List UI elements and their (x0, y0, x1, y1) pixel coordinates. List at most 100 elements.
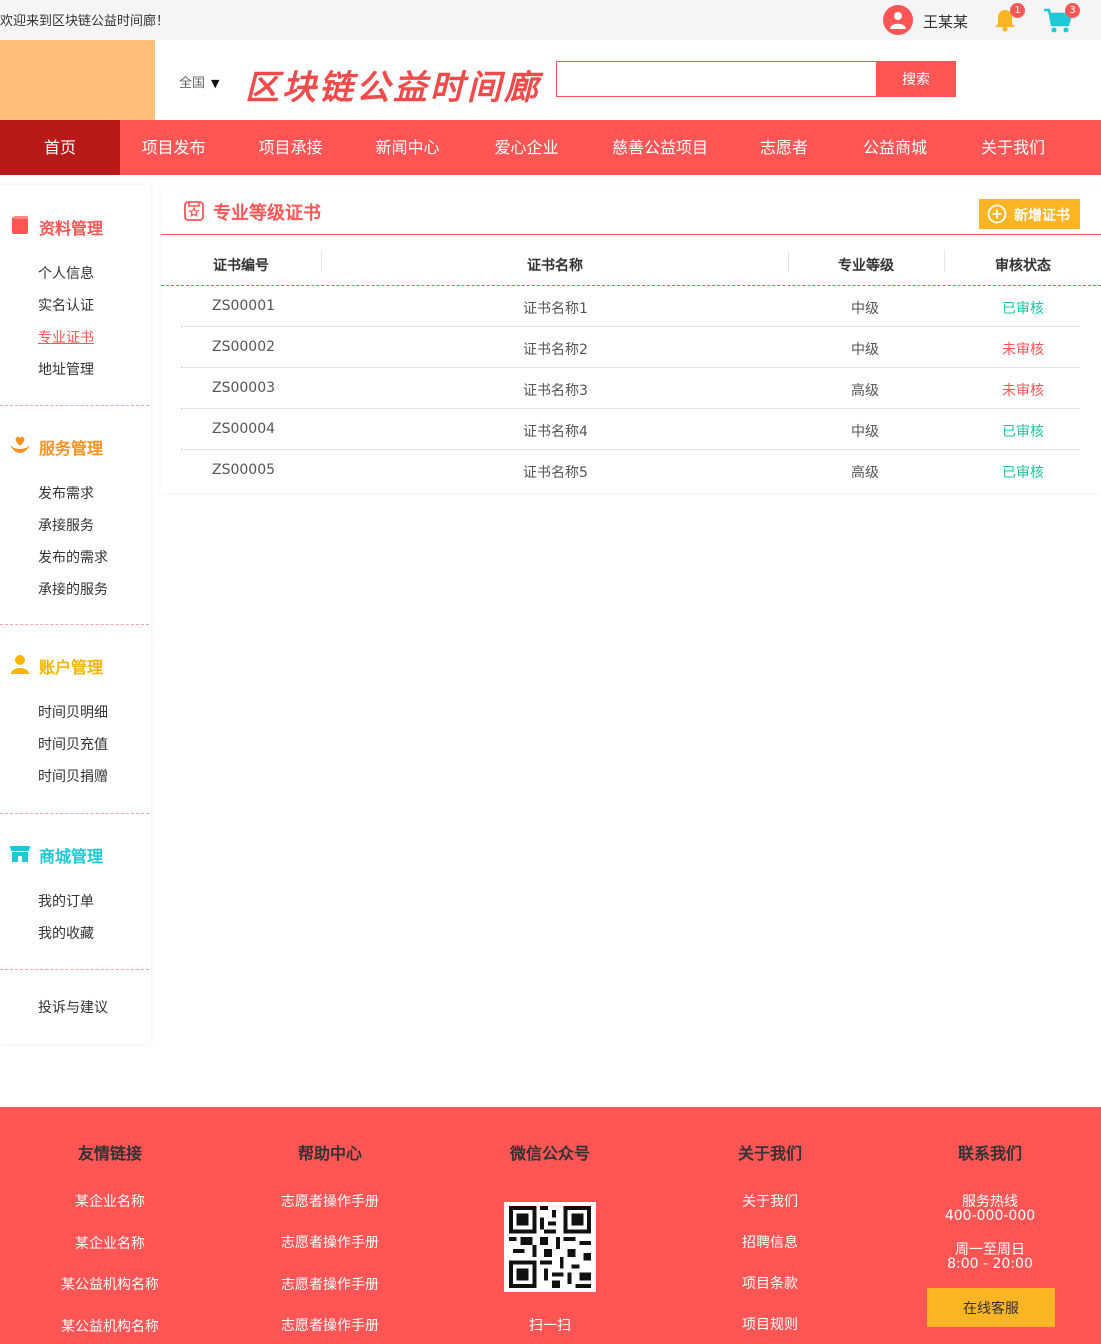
sidebar-group-title: 服务管理 (39, 439, 104, 458)
nav-item-charity-companies[interactable]: 爱心企业 (473, 120, 580, 175)
footer-friend-link[interactable]: 某企业名称 (60, 1233, 160, 1253)
book-icon (12, 216, 28, 234)
nav-item-home[interactable]: 首页 (0, 120, 120, 175)
footer-service-hours: 8:00 - 20:00 (947, 1256, 1033, 1272)
footer-help-link[interactable]: 志愿者操作手册 (270, 1315, 390, 1335)
search-button[interactable]: 搜索 (876, 61, 956, 97)
sidebar-item-timecoin-recharge[interactable]: 时间贝充值 (38, 734, 108, 754)
sidebar-group-profile: 资料管理 (0, 210, 151, 240)
cell-status: 已审核 (1002, 301, 1044, 317)
cell-name: 证书名称3 (523, 383, 588, 399)
footer-about-link[interactable]: 招聘信息 (710, 1232, 830, 1252)
main-nav: 首页 项目发布 项目承接 新闻中心 爱心企业 慈善公益项目 志愿者 公益商城 关… (0, 120, 1101, 175)
footer-about-link[interactable]: 项目条款 (710, 1273, 830, 1293)
table-row[interactable]: ZS00004 证书名称4 中级 已审核 (181, 409, 1079, 450)
sidebar-item-real-name[interactable]: 实名认证 (38, 295, 94, 315)
footer-friend-link[interactable]: 某企业名称 (60, 1191, 160, 1211)
logo-placeholder[interactable] (0, 40, 155, 120)
footer-friend-link[interactable]: 某公益机构名称 (60, 1274, 160, 1294)
notification-count-badge: 1 (1010, 3, 1025, 18)
table-row[interactable]: ZS00001 证书名称1 中级 已审核 (181, 286, 1079, 327)
sidebar-item-address[interactable]: 地址管理 (38, 359, 94, 379)
header-divider (161, 234, 1101, 235)
footer-hotline-number: 400-000-000 (944, 1208, 1036, 1224)
notification-bell[interactable]: 1 (992, 3, 1025, 35)
certificate-panel: 专业等级证书 新增证书 证书编号 证书名称 专业等级 审核状态 ZS00001 … (161, 185, 1101, 493)
footer-about-link[interactable]: 项目规则 (710, 1314, 830, 1334)
footer-help-link[interactable]: 志愿者操作手册 (270, 1191, 390, 1211)
sidebar-item-personal-info[interactable]: 个人信息 (38, 263, 94, 283)
cell-id: ZS00003 (212, 380, 276, 396)
sidebar-group-account: 账户管理 (0, 649, 151, 679)
footer-friends-title: 友情链接 (77, 1144, 142, 1163)
sidebar-item-accept-service[interactable]: 承接服务 (38, 515, 94, 535)
cell-id: ZS00005 (212, 462, 276, 478)
certificate-icon (184, 201, 204, 221)
sidebar-item-post-demand[interactable]: 发布需求 (38, 483, 94, 503)
region-label: 全国 (179, 76, 206, 91)
footer-about-title: 关于我们 (737, 1144, 802, 1163)
cell-level: 中级 (851, 342, 879, 358)
page-title: 专业等级证书 (213, 203, 321, 224)
top-bar: 欢迎来到区块链公益时间廊！ 王某某 1 3 (0, 0, 1101, 40)
region-selector[interactable]: 全国 ▼ (179, 72, 219, 91)
sidebar-item-my-services[interactable]: 承接的服务 (38, 579, 108, 599)
footer-about-link[interactable]: 关于我们 (710, 1191, 830, 1211)
footer-help-link[interactable]: 志愿者操作手册 (270, 1274, 390, 1294)
nav-item-news[interactable]: 新闻中心 (354, 120, 461, 175)
sidebar-item-certificates[interactable]: 专业证书 (38, 327, 94, 347)
sidebar: 资料管理 个人信息 实名认证 专业证书 地址管理 服务管理 发布需求 承接服务 … (0, 185, 151, 1044)
plus-circle-icon (987, 204, 1007, 224)
sidebar-item-timecoin-donate[interactable]: 时间贝捐赠 (38, 766, 108, 786)
nav-item-project-publish[interactable]: 项目发布 (120, 120, 227, 175)
caret-down-icon: ▼ (211, 77, 220, 90)
sidebar-item-my-favorites[interactable]: 我的收藏 (38, 923, 94, 943)
sidebar-item-my-orders[interactable]: 我的订单 (38, 891, 94, 911)
column-separator (944, 250, 945, 272)
sidebar-group-mall: 商城管理 (0, 838, 151, 868)
cell-status: 未审核 (1002, 342, 1044, 358)
nav-item-about[interactable]: 关于我们 (963, 120, 1063, 175)
cell-name: 证书名称5 (523, 465, 588, 481)
footer-help-title: 帮助中心 (297, 1144, 362, 1163)
sidebar-item-timecoin-detail[interactable]: 时间贝明细 (38, 702, 108, 722)
wechat-qr-code (504, 1202, 596, 1292)
footer-wechat-title: 微信公众号 (509, 1144, 590, 1163)
nav-item-project-undertake[interactable]: 项目承接 (237, 120, 344, 175)
cell-level: 高级 (851, 383, 879, 399)
column-header-status: 审核状态 (995, 258, 1051, 274)
cell-id: ZS00001 (212, 298, 276, 314)
online-service-button[interactable]: 在线客服 (927, 1288, 1055, 1327)
sidebar-divider (0, 813, 149, 814)
sidebar-group-title: 账户管理 (39, 658, 104, 677)
nav-item-charity-projects[interactable]: 慈善公益项目 (600, 120, 720, 175)
cell-id: ZS00002 (212, 339, 276, 355)
sidebar-divider (0, 405, 149, 406)
site-brand-title[interactable]: 区块链公益时间廊 (245, 60, 541, 109)
add-certificate-button[interactable]: 新增证书 (979, 199, 1080, 229)
cell-name: 证书名称1 (523, 301, 588, 317)
table-row[interactable]: ZS00005 证书名称5 高级 已审核 (181, 450, 1079, 491)
column-separator (321, 250, 322, 272)
nav-item-volunteers[interactable]: 志愿者 (740, 120, 828, 175)
cell-status: 已审核 (1002, 465, 1044, 481)
footer-contact-title: 联系我们 (957, 1144, 1022, 1163)
sidebar-item-complaints[interactable]: 投诉与建议 (38, 997, 108, 1017)
cell-id: ZS00004 (212, 421, 276, 437)
cell-name: 证书名称4 (523, 424, 588, 440)
search-input[interactable] (556, 61, 877, 97)
cell-name: 证书名称2 (523, 342, 588, 358)
sidebar-item-my-demands[interactable]: 发布的需求 (38, 547, 108, 567)
nav-item-mall[interactable]: 公益商城 (845, 120, 945, 175)
footer-friend-link[interactable]: 某公益机构名称 (60, 1316, 160, 1336)
table-row[interactable]: ZS00003 证书名称3 高级 未审核 (181, 368, 1079, 409)
add-certificate-label: 新增证书 (1014, 207, 1070, 223)
cell-status: 未审核 (1002, 383, 1044, 399)
avatar[interactable] (883, 5, 913, 35)
welcome-text: 欢迎来到区块链公益时间廊！ (0, 14, 170, 29)
footer-help-link[interactable]: 志愿者操作手册 (270, 1232, 390, 1252)
column-header-level: 专业等级 (838, 258, 894, 274)
table-row[interactable]: ZS00002 证书名称2 中级 未审核 (181, 327, 1079, 368)
cart-button[interactable]: 3 (1043, 3, 1080, 35)
username[interactable]: 王某某 (923, 11, 968, 32)
